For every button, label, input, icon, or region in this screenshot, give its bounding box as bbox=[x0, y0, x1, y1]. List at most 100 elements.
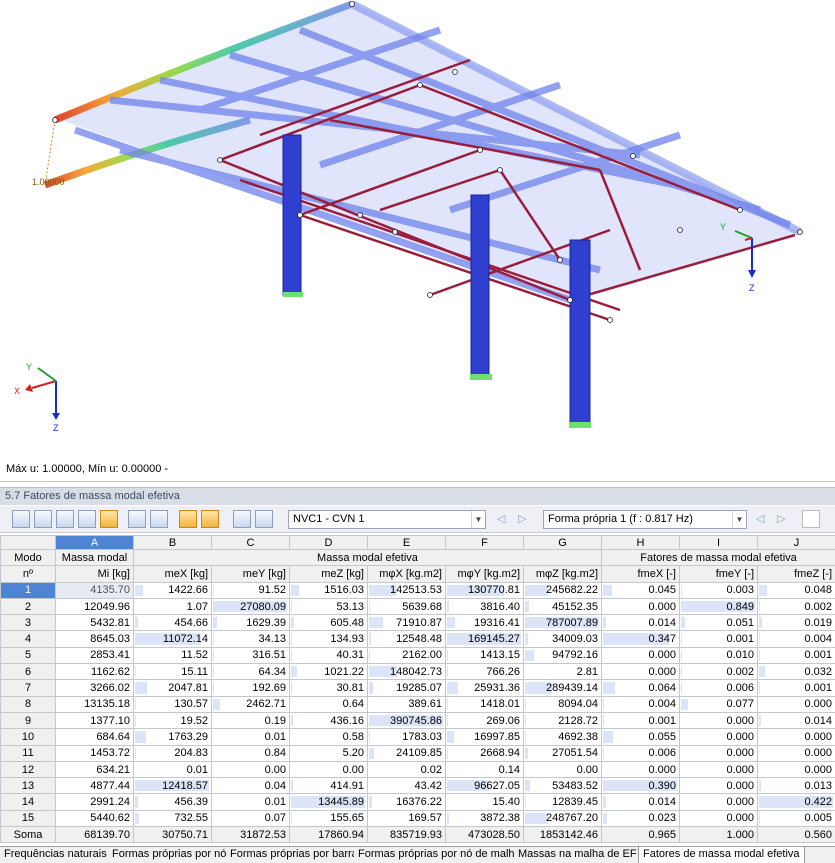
table-cell[interactable]: 248767.20 bbox=[523, 809, 602, 828]
table-row[interactable]: 14 2991.24 456.39 0.01 13445.89 16376.22 15.40… bbox=[0, 793, 835, 811]
table-row[interactable]: 15 5440.62 732.55 0.07 155.65 169.57 3872.38 24… bbox=[0, 809, 835, 828]
table-cell[interactable]: 15.40 bbox=[445, 793, 524, 811]
highlight-icon-button[interactable] bbox=[100, 510, 118, 528]
table-cell[interactable]: 0.000 bbox=[601, 597, 680, 616]
table-row[interactable]: 10 684.64 1763.29 0.01 0.58 1783.03 16997.85 46… bbox=[0, 728, 835, 746]
table-cell[interactable]: 53483.52 bbox=[523, 777, 602, 795]
table-cell[interactable]: 19316.41 bbox=[445, 614, 524, 632]
table-cell[interactable]: 0.014 bbox=[601, 793, 680, 811]
table-cell[interactable]: 0.019 bbox=[757, 614, 835, 632]
column-letter[interactable]: C bbox=[211, 535, 290, 550]
table-cell[interactable]: 0.002 bbox=[757, 597, 835, 616]
table-cell[interactable]: 0.00 bbox=[523, 760, 602, 779]
table-cell[interactable]: 130.57 bbox=[133, 695, 212, 713]
table-cell[interactable]: 0.07 bbox=[211, 809, 290, 828]
prev-case-icon[interactable]: ◁ bbox=[497, 512, 505, 525]
table-cell[interactable]: 3816.40 bbox=[445, 597, 524, 616]
table-cell[interactable]: 130770.81 bbox=[445, 581, 524, 599]
table-cell[interactable]: 732.55 bbox=[133, 809, 212, 828]
table-cell[interactable]: 0.04 bbox=[211, 777, 290, 795]
table-cell[interactable]: 12548.48 bbox=[367, 630, 446, 648]
prev-mode-icon[interactable]: ◁ bbox=[756, 512, 764, 525]
table-cell[interactable]: 0.000 bbox=[679, 793, 758, 811]
table-cell[interactable]: 4877.44 bbox=[55, 777, 134, 795]
model-viewport[interactable]: 1.00000 Y X Z Y Z Máx u: 1.00000, Mín u:… bbox=[0, 0, 835, 482]
table-row[interactable]: 8 13135.18 130.57 2462.71 0.64 389.61 1418.01 8… bbox=[0, 695, 835, 713]
column-letter[interactable]: J bbox=[757, 535, 835, 550]
table-cell[interactable]: 0.004 bbox=[601, 695, 680, 713]
row-number[interactable]: 3 bbox=[0, 614, 56, 632]
column-letter[interactable]: I bbox=[679, 535, 758, 550]
table-cell[interactable]: 40.31 bbox=[289, 646, 368, 665]
table-cell[interactable]: 0.014 bbox=[601, 614, 680, 632]
table-cell[interactable]: 0.077 bbox=[679, 695, 758, 713]
table-cell[interactable]: 155.65 bbox=[289, 809, 368, 828]
table-cell[interactable]: 27051.54 bbox=[523, 744, 602, 762]
table-cell[interactable]: 34.13 bbox=[211, 630, 290, 648]
row-number[interactable]: 8 bbox=[0, 695, 56, 713]
table-cell[interactable]: 148042.73 bbox=[367, 663, 446, 681]
corner-cell[interactable] bbox=[0, 535, 56, 550]
row-number[interactable]: 9 bbox=[0, 711, 56, 730]
table-icon-button[interactable] bbox=[12, 510, 30, 528]
table-cell[interactable]: 2462.71 bbox=[211, 695, 290, 713]
row-number[interactable]: 11 bbox=[0, 744, 56, 762]
table-cell[interactable]: 53.13 bbox=[289, 597, 368, 616]
table-cell[interactable]: 169.57 bbox=[367, 809, 446, 828]
table-cell[interactable]: 0.84 bbox=[211, 744, 290, 762]
table-cell[interactable]: 2047.81 bbox=[133, 679, 212, 697]
table-cell[interactable]: 5432.81 bbox=[55, 614, 134, 632]
table-cell[interactable]: 0.051 bbox=[679, 614, 758, 632]
row-number[interactable]: 5 bbox=[0, 646, 56, 665]
table-cell[interactable]: 15.11 bbox=[133, 663, 212, 681]
mode-shape-select[interactable]: Forma própria 1 (f : 0.817 Hz) ▼ bbox=[543, 510, 747, 529]
table-cell[interactable]: 0.000 bbox=[601, 760, 680, 779]
table-cell[interactable]: 0.347 bbox=[601, 630, 680, 648]
table-cell[interactable]: 0.000 bbox=[679, 728, 758, 746]
table-cell[interactable]: 71910.87 bbox=[367, 614, 446, 632]
table-cell[interactable]: 0.849 bbox=[679, 597, 758, 616]
edit-icon-button[interactable] bbox=[255, 510, 273, 528]
table-cell[interactable]: 0.000 bbox=[601, 663, 680, 681]
sort-icon-button[interactable] bbox=[56, 510, 74, 528]
table-cell[interactable]: 605.48 bbox=[289, 614, 368, 632]
column-letter[interactable]: A bbox=[55, 535, 134, 550]
table-cell[interactable]: 12418.57 bbox=[133, 777, 212, 795]
table-cell[interactable]: 0.000 bbox=[757, 760, 835, 779]
table-cell[interactable]: 0.014 bbox=[757, 711, 835, 730]
table-cell[interactable]: 0.00 bbox=[211, 760, 290, 779]
column-letter[interactable]: H bbox=[601, 535, 680, 550]
table-cell[interactable]: 1021.22 bbox=[289, 663, 368, 681]
table-row[interactable]: 13 4877.44 12418.57 0.04 414.91 43.42 96627.05… bbox=[0, 777, 835, 795]
table-cell[interactable]: 12839.45 bbox=[523, 793, 602, 811]
table-cell[interactable]: 0.000 bbox=[679, 760, 758, 779]
table-cell[interactable]: 269.06 bbox=[445, 711, 524, 730]
row-number[interactable]: 10 bbox=[0, 728, 56, 746]
row-number[interactable]: 15 bbox=[0, 809, 56, 828]
table-cell[interactable]: 5.20 bbox=[289, 744, 368, 762]
table-cell[interactable]: 3872.38 bbox=[445, 809, 524, 828]
table-cell[interactable]: 11.52 bbox=[133, 646, 212, 665]
tab-4[interactable]: Massas na malha de EF bbox=[514, 847, 642, 863]
table-cell[interactable]: 2.81 bbox=[523, 663, 602, 681]
table-cell[interactable]: 245682.22 bbox=[523, 581, 602, 599]
table-row[interactable]: 11 1453.72 204.83 0.84 5.20 24109.85 2668.94 27… bbox=[0, 744, 835, 762]
table-cell[interactable]: 0.000 bbox=[757, 728, 835, 746]
table-row[interactable]: 7 3266.02 2047.81 192.69 30.81 19285.07 25931.… bbox=[0, 679, 835, 697]
table-cell[interactable]: 0.010 bbox=[679, 646, 758, 665]
table-filter-icon-button[interactable] bbox=[34, 510, 52, 528]
table-cell[interactable]: 0.045 bbox=[601, 581, 680, 599]
column-letter[interactable]: G bbox=[523, 535, 602, 550]
table-cell[interactable]: 454.66 bbox=[133, 614, 212, 632]
table-cell[interactable]: 0.013 bbox=[757, 777, 835, 795]
relation-icon-button[interactable] bbox=[179, 510, 197, 528]
table-cell[interactable]: 0.58 bbox=[289, 728, 368, 746]
table-cell[interactable]: 0.000 bbox=[757, 744, 835, 762]
table-cell[interactable]: 0.000 bbox=[601, 646, 680, 665]
table-cell[interactable]: 289439.14 bbox=[523, 679, 602, 697]
table-cell[interactable]: 192.69 bbox=[211, 679, 290, 697]
tab-0[interactable]: Frequências naturais bbox=[0, 847, 112, 863]
table-cell[interactable]: 1422.66 bbox=[133, 581, 212, 599]
table-cell[interactable]: 13135.18 bbox=[55, 695, 134, 713]
table-cell[interactable]: 13445.89 bbox=[289, 793, 368, 811]
